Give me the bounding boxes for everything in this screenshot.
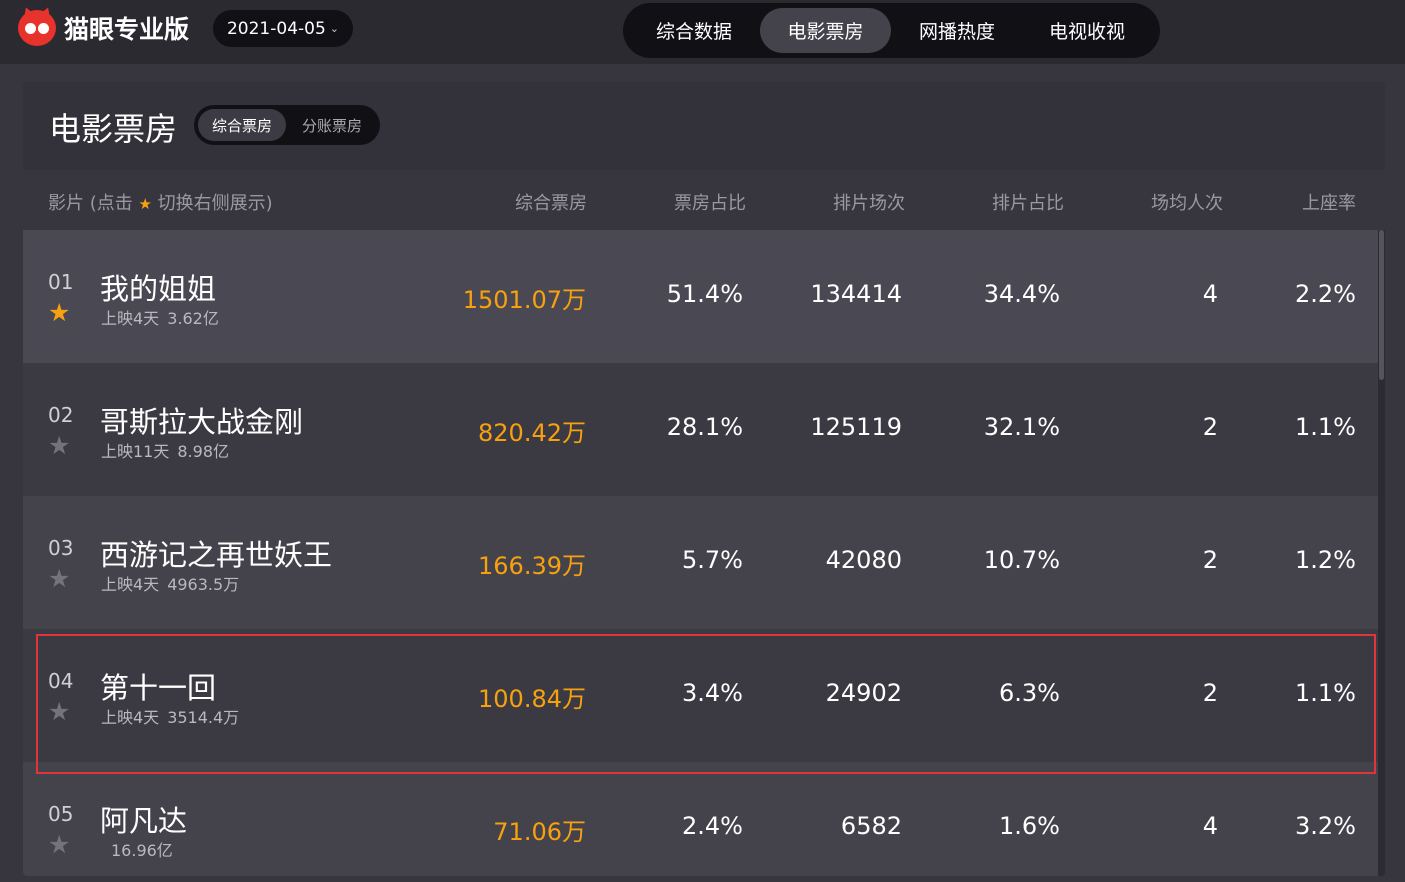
rank-number: 05 [48,802,74,826]
table-header: 影片 (点击 ★ 切换右侧展示) 综合票房 票房占比 排片场次 排片占比 场均人… [23,170,1385,230]
table-row[interactable]: 05 ★ 阿凡达 16.96亿 71.06万 2.4% 6582 1.6% 4 … [23,762,1378,876]
cat-logo-icon [18,10,56,46]
movie-meta: 16.96亿 [111,841,173,860]
screenings-value: 125119 [810,413,902,441]
rank-number: 01 [48,270,74,294]
box-office-value: 100.84万 [478,685,586,713]
nav-tab-web-heat[interactable]: 网播热度 [895,8,1019,53]
box-share-value: 28.1% [666,413,743,441]
box-share-value: 3.4% [682,679,743,707]
screen-share-value: 34.4% [983,280,1060,308]
table-row[interactable]: 01 ★ 我的姐姐 上映4天 3.62亿 1501.07万 51.4% 13441… [23,230,1378,363]
avg-attendance-value: 4 [1202,280,1218,308]
nav-tab-box-office[interactable]: 电影票房 [760,8,891,53]
brand-name: 猫眼专业版 [64,15,190,44]
col-screenings[interactable]: 排片场次 [833,189,905,215]
box-share-value: 5.7% [682,546,743,574]
movie-meta: 上映4天 4963.5万 [101,575,240,594]
movie-title: 第十一回 [100,671,217,705]
screenings-value: 24902 [825,679,902,707]
screen-share-value: 1.6% [999,812,1060,840]
panel-header: 电影票房 综合票房 分账票房 [23,82,1385,170]
box-office-panel: 电影票房 综合票房 分账票房 影片 (点击 ★ 切换右侧展示) 综合票房 票房占… [23,82,1385,876]
panel-title: 电影票房 [49,110,178,148]
movie-title: 哥斯拉大战金刚 [100,405,304,439]
star-icon[interactable]: ★ [48,300,70,325]
movie-title: 阿凡达 [100,804,188,838]
screenings-value: 6582 [840,812,902,840]
table-row[interactable]: 02 ★ 哥斯拉大战金刚 上映11天 8.98亿 820.42万 28.1% 12… [23,363,1378,496]
box-office-value: 166.39万 [478,552,586,580]
movie-meta: 上映4天 3.62亿 [101,309,219,328]
scrollbar[interactable] [1378,230,1385,876]
avg-attendance-value: 2 [1202,546,1218,574]
box-share-value: 51.4% [666,280,743,308]
date-selector[interactable]: 2021-04-05 ⌄ [213,10,353,47]
star-icon[interactable]: ★ [48,433,70,458]
movie-meta: 上映4天 3514.4万 [101,708,240,727]
star-icon[interactable]: ★ [48,566,70,591]
main-nav: 综合数据 电影票房 网播热度 电视收视 [623,3,1160,58]
occupancy-value: 2.2% [1295,280,1356,308]
occupancy-value: 3.2% [1295,812,1356,840]
box-office-value: 820.42万 [478,419,586,447]
occupancy-value: 1.2% [1295,546,1356,574]
avg-attendance-value: 2 [1202,679,1218,707]
avg-attendance-value: 4 [1202,812,1218,840]
screenings-value: 42080 [825,546,902,574]
box-office-value: 71.06万 [493,818,586,846]
box-share-value: 2.4% [682,812,743,840]
brand-logo[interactable]: 猫眼专业版 [18,10,189,46]
box-office-value: 1501.07万 [462,286,586,314]
table-row[interactable]: 04 ★ 第十一回 上映4天 3514.4万 100.84万 3.4% 24902… [23,629,1378,762]
screen-share-value: 6.3% [999,679,1060,707]
rank-number: 02 [48,403,74,427]
col-film: 影片 (点击 ★ 切换右侧展示) [48,193,273,214]
col-box-office[interactable]: 综合票房 [515,189,587,215]
rank-number: 04 [48,669,74,693]
occupancy-value: 1.1% [1295,679,1356,707]
occupancy-value: 1.1% [1295,413,1356,441]
col-avg-attendance[interactable]: 场均人次 [1151,189,1223,215]
screen-share-value: 10.7% [983,546,1060,574]
col-box-share[interactable]: 票房占比 [674,189,746,215]
chevron-down-icon: ⌄ [329,22,339,35]
screen-share-value: 32.1% [983,413,1060,441]
table-row[interactable]: 03 ★ 西游记之再世妖王 上映4天 4963.5万 166.39万 5.7% 4… [23,496,1378,629]
subtab-split[interactable]: 分账票房 [288,109,376,141]
movie-meta: 上映11天 8.98亿 [101,442,230,461]
subtab-combined[interactable]: 综合票房 [198,109,286,141]
star-icon[interactable]: ★ [48,832,70,857]
screenings-value: 134414 [810,280,902,308]
col-occupancy[interactable]: 上座率 [1302,189,1356,215]
box-office-type-toggle: 综合票房 分账票房 [194,105,380,145]
movie-title: 我的姐姐 [100,272,217,306]
star-icon: ★ [138,195,152,213]
nav-tab-overview[interactable]: 综合数据 [632,8,756,53]
rank-number: 03 [48,536,74,560]
nav-tab-tv-ratings[interactable]: 电视收视 [1025,8,1149,53]
movie-title: 西游记之再世妖王 [100,538,333,572]
avg-attendance-value: 2 [1202,413,1218,441]
col-screen-share[interactable]: 排片占比 [992,189,1064,215]
star-icon[interactable]: ★ [48,699,70,724]
top-bar: 猫眼专业版 2021-04-05 ⌄ 综合数据 电影票房 网播热度 电视收视 [0,0,1405,64]
date-value: 2021-04-05 [226,18,326,39]
scrollbar-thumb[interactable] [1379,230,1384,380]
